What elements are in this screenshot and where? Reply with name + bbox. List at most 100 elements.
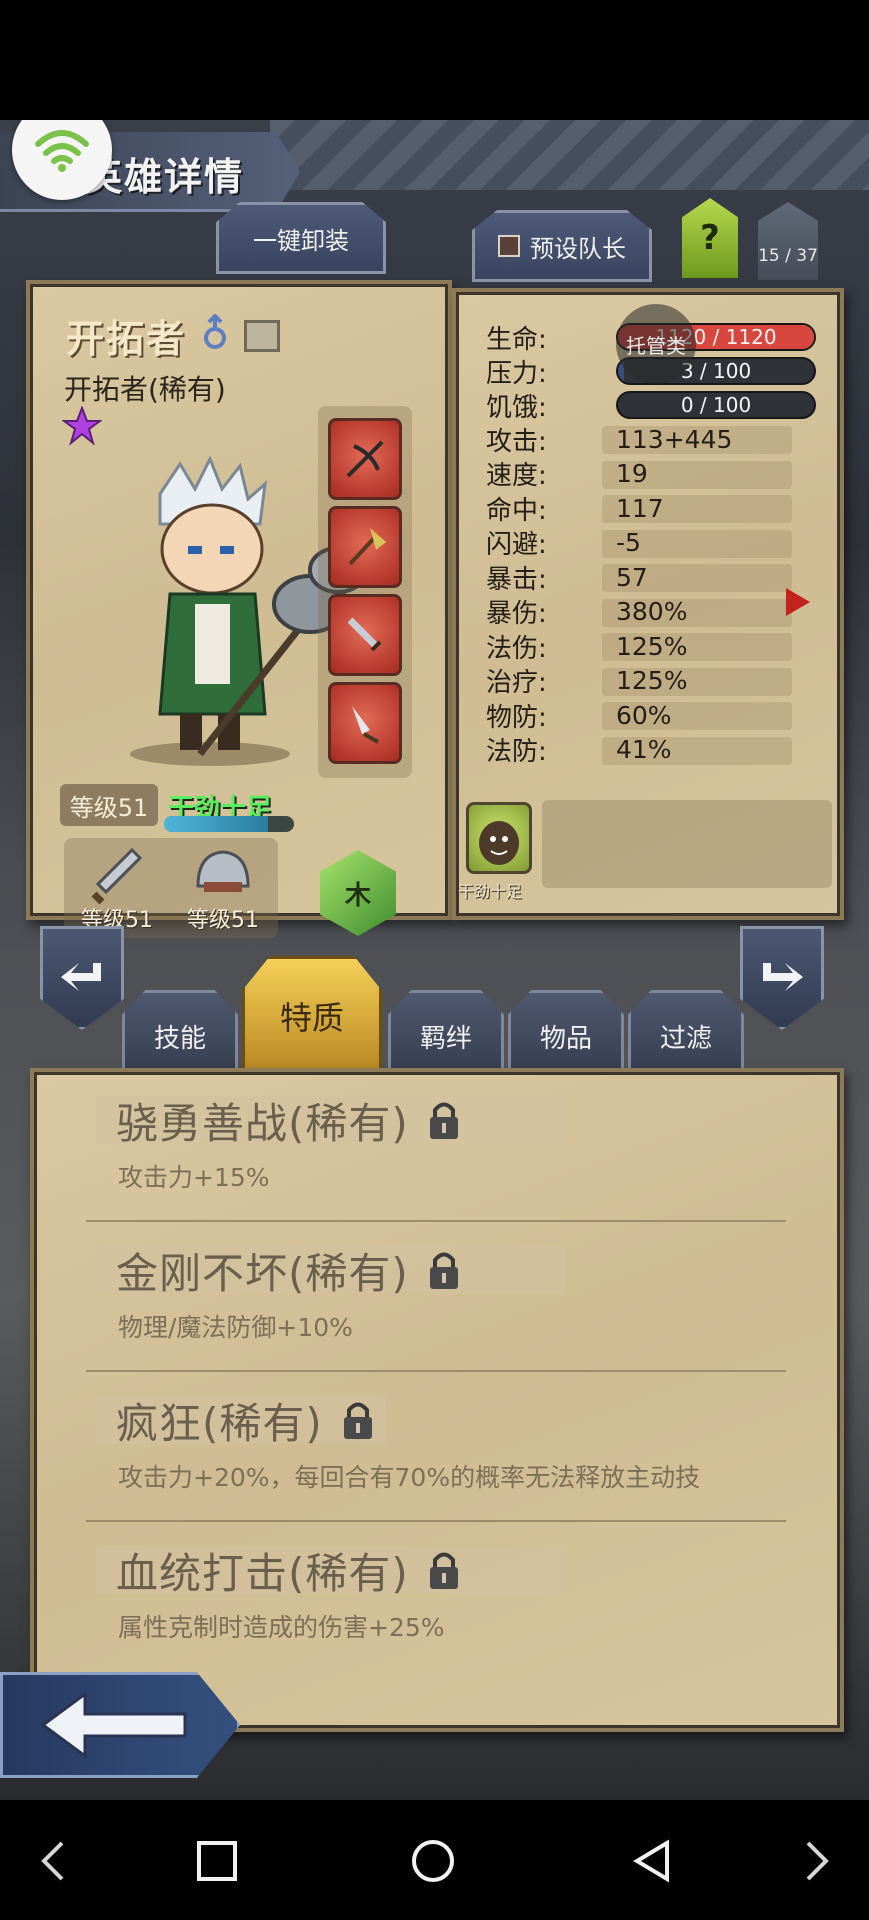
- lock-icon: [429, 1552, 458, 1589]
- stat-value: 380%: [616, 597, 688, 626]
- stat-label-hunger: 饥饿:: [486, 392, 547, 423]
- stat-label: 法伤:: [486, 633, 547, 664]
- square-icon[interactable]: [192, 1836, 242, 1886]
- stat-value: 19: [616, 459, 648, 488]
- axe-icon: [348, 528, 386, 566]
- previous-hero-button[interactable]: [40, 926, 124, 1030]
- stat-row: 物防: 60%: [486, 698, 816, 733]
- forward-chevron-icon[interactable]: [792, 1836, 842, 1886]
- trait-card[interactable]: [466, 802, 532, 874]
- arrow-left-icon: [61, 963, 101, 991]
- preset-leader-label: 预设队长: [530, 234, 626, 263]
- hero-subtitle: 开拓者(稀有): [64, 373, 226, 406]
- element-label: 木: [344, 880, 371, 911]
- stat-value: 125%: [616, 631, 688, 661]
- equip-slot-axe[interactable]: [328, 506, 402, 588]
- tab-traits[interactable]: 特质: [242, 956, 382, 1072]
- tab-traits-label: 特质: [279, 999, 344, 1037]
- auto-manage-label: 托管类: [626, 333, 686, 358]
- trait-description: 攻击力+20%，每回合有70%的概率无法释放主动技: [118, 1463, 701, 1492]
- energy-bar: [164, 816, 294, 832]
- trait-title: 骁勇善战(稀有): [116, 1098, 409, 1148]
- stat-row: 暴击: 57: [486, 560, 816, 595]
- trait-item-4[interactable]: 血统打击(稀有) 属性克制时造成的伤害+25%: [86, 1522, 786, 1672]
- trait-title: 疯狂(稀有): [116, 1398, 323, 1448]
- triangle-back-icon[interactable]: [628, 1836, 678, 1886]
- trait-description: 属性克制时造成的伤害+25%: [118, 1613, 445, 1642]
- edit-name-icon[interactable]: [244, 320, 280, 352]
- equipment-column: [318, 406, 412, 778]
- stat-label: 治疗:: [486, 668, 547, 698]
- trait-title-row: 骁勇善战(稀有): [116, 1092, 461, 1148]
- tab-skills[interactable]: 技能: [122, 990, 238, 1072]
- stat-value: 57: [616, 562, 648, 592]
- trait-item-1[interactable]: 骁勇善战(稀有) 攻击力+15%: [86, 1072, 786, 1222]
- arrow-right-icon: [763, 963, 803, 991]
- stat-value: 113+445: [616, 424, 733, 454]
- trait-description: 攻击力+15%: [118, 1163, 270, 1192]
- unequip-all-button[interactable]: 一键卸装: [216, 202, 386, 274]
- arrow-left-icon: [40, 1691, 187, 1759]
- stat-label: 物防:: [486, 702, 547, 733]
- back-button[interactable]: [0, 1672, 240, 1778]
- stat-label: 攻击:: [486, 426, 547, 457]
- stat-label: 暴伤:: [486, 599, 547, 629]
- equip-slot-sword[interactable]: [328, 594, 402, 676]
- tab-skills-label: 技能: [153, 1024, 206, 1054]
- trait-strip: [542, 800, 832, 888]
- stat-row: 法伤: 125%: [486, 629, 816, 664]
- stat-value: 125%: [616, 666, 688, 695]
- preset-leader-checkbox[interactable]: [498, 235, 520, 257]
- stat-row: 攻击: 113+445: [486, 422, 816, 457]
- stat-label-stress: 压力:: [486, 358, 547, 389]
- auto-manage-button[interactable]: 托管类: [616, 304, 696, 384]
- stat-label: 命中:: [486, 495, 547, 526]
- hero-count: 15 / 37: [758, 246, 818, 266]
- crit-detail-arrow-icon[interactable]: [786, 588, 810, 616]
- trait-item-3[interactable]: 疯狂(稀有) 攻击力+20%，每回合有70%的概率无法释放主动技: [86, 1372, 786, 1522]
- game-area: 英雄详情 一键卸装 预设队长 ? 15 / 37 开拓者 开拓者(稀有) 等级5…: [0, 120, 869, 1800]
- background-pattern: [270, 120, 869, 190]
- stat-value: 117: [616, 493, 664, 523]
- potato-face-icon: [479, 821, 519, 865]
- equip-slot-crossbow[interactable]: [328, 418, 402, 500]
- equip-slot-dagger[interactable]: [328, 682, 402, 764]
- back-chevron-icon[interactable]: [28, 1836, 78, 1886]
- trait-title-row: 疯狂(稀有): [116, 1392, 375, 1448]
- lock-icon: [429, 1252, 458, 1289]
- stat-row: 治疗: 125%: [486, 664, 816, 698]
- hero-count-button[interactable]: 15 / 37: [758, 202, 818, 280]
- stat-label: 法防:: [486, 737, 547, 767]
- gear-armor-level: 等级51: [187, 908, 259, 933]
- stat-value: -5: [616, 528, 641, 557]
- gear-armor[interactable]: 等级51: [176, 838, 270, 938]
- traits-panel: 骁勇善战(稀有) 攻击力+15% 金刚不坏(稀有) 物理/魔法防御+10% 疯狂…: [30, 1068, 844, 1732]
- preset-leader-toggle[interactable]: 预设队长: [472, 210, 652, 282]
- purple-star-icon: [62, 406, 102, 446]
- stat-label-hp: 生命:: [486, 324, 547, 355]
- unequip-all-label: 一键卸装: [253, 226, 349, 255]
- tab-filter-label: 过滤: [659, 1024, 712, 1054]
- stat-row: 暴伤: 380%: [486, 595, 816, 629]
- system-nav-bar: [0, 1800, 869, 1920]
- trait-item-2[interactable]: 金刚不坏(稀有) 物理/魔法防御+10%: [86, 1222, 786, 1372]
- lock-icon: [429, 1102, 458, 1139]
- next-hero-button[interactable]: [740, 926, 824, 1030]
- status-bar: [0, 0, 869, 120]
- circle-icon[interactable]: [408, 1836, 458, 1886]
- element-badge: 木: [320, 850, 396, 936]
- gear-weapon[interactable]: 等级51: [70, 838, 164, 938]
- trait-card-label: 干劲十足: [458, 882, 523, 901]
- stat-row-hunger: 饥饿: 0 / 100: [486, 388, 816, 423]
- energy-bar-fill: [164, 816, 268, 832]
- trait-title: 金刚不坏(稀有): [116, 1248, 409, 1298]
- trait-description: 物理/魔法防御+10%: [118, 1313, 353, 1342]
- trait-title: 血统打击(稀有): [116, 1548, 409, 1598]
- tab-bonds[interactable]: 羁绊: [388, 990, 504, 1072]
- tab-items[interactable]: 物品: [508, 990, 624, 1072]
- stat-row: 速度: 19: [486, 457, 816, 491]
- help-button[interactable]: ?: [682, 198, 738, 278]
- tab-filter[interactable]: 过滤: [628, 990, 744, 1072]
- screen: 英雄详情 一键卸装 预设队长 ? 15 / 37 开拓者 开拓者(稀有) 等级5…: [0, 0, 869, 1920]
- tab-items-label: 物品: [539, 1024, 592, 1054]
